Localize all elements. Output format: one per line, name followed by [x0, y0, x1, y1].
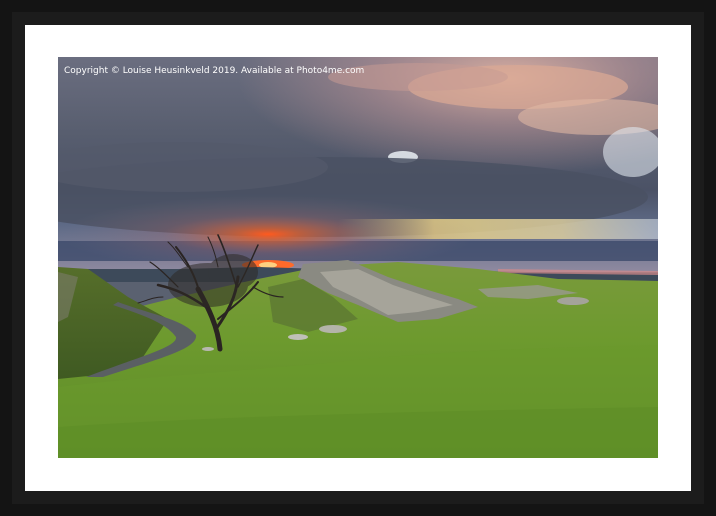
- rock: [557, 297, 589, 305]
- photo-scene: Copyright © Louise Heusinkveld 2019. Ava…: [58, 57, 658, 458]
- rock: [319, 325, 347, 333]
- copyright-watermark: Copyright © Louise Heusinkveld 2019. Ava…: [64, 66, 364, 76]
- rock: [288, 334, 308, 340]
- sun-core: [259, 262, 277, 268]
- landscape-photo: Copyright © Louise Heusinkveld 2019. Ava…: [58, 57, 658, 458]
- rock: [202, 347, 214, 351]
